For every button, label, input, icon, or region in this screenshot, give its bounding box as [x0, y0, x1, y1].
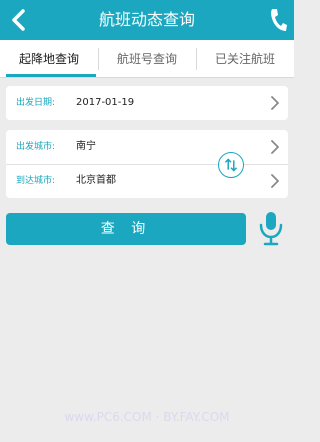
date-card: 出发日期: 2017-01-19 — [6, 86, 288, 120]
swap-icon[interactable] — [218, 152, 244, 178]
departure-label: 出发城市: — [16, 142, 56, 152]
active-tab-indicator — [6, 74, 96, 77]
app-header: 航班动态查询 — [0, 0, 294, 40]
tab-bar: 起降地查询 航班号查询 已关注航班 — [0, 40, 294, 78]
watermark: www.PC6.COM · BY.FAY.COM — [64, 410, 230, 424]
date-value: 2017-01-19 — [76, 97, 135, 108]
date-label: 出发日期: — [16, 98, 56, 108]
query-button[interactable]: 查 询 — [6, 213, 246, 245]
tab-origin-destination[interactable]: 起降地查询 — [0, 40, 98, 78]
tab-flight-number[interactable]: 航班号查询 — [98, 40, 196, 78]
chevron-right-icon — [271, 174, 279, 188]
chevron-right-icon — [271, 96, 279, 110]
tab-followed-flights[interactable]: 已关注航班 — [196, 40, 294, 78]
page-title: 航班动态查询 — [98, 10, 195, 29]
arrival-label: 到达城市: — [16, 176, 56, 186]
date-row[interactable]: 出发日期: 2017-01-19 — [6, 86, 288, 120]
phone-icon[interactable] — [268, 6, 288, 34]
arrival-row[interactable]: 到达城市: 北京首都 — [6, 164, 288, 198]
chevron-right-icon — [271, 140, 279, 154]
departure-value: 南宁 — [76, 141, 96, 152]
departure-row[interactable]: 出发城市: 南宁 — [6, 130, 288, 164]
microphone-icon[interactable] — [256, 210, 286, 246]
city-card: 出发城市: 南宁 到达城市: 北京首都 — [6, 130, 288, 198]
arrival-value: 北京首都 — [76, 175, 116, 186]
